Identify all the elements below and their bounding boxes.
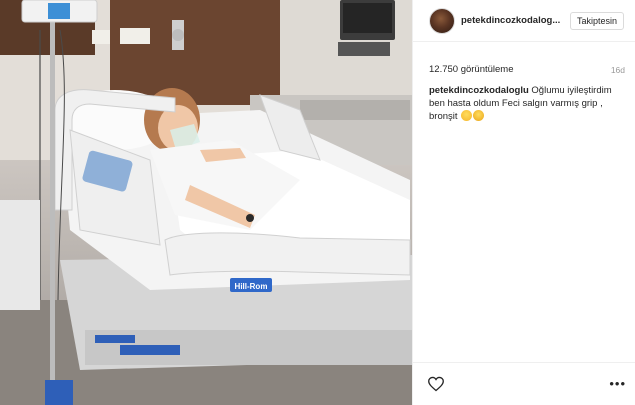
flowmeter-knob: [172, 29, 184, 41]
post-header: petekdincozkodalog... Takiptesin: [413, 0, 635, 42]
following-button[interactable]: Takiptesin: [570, 12, 625, 30]
view-count: 12.750 görüntüleme: [429, 64, 514, 75]
monitor-stand: [338, 42, 390, 56]
more-options-icon[interactable]: •••: [609, 376, 626, 391]
username-link[interactable]: petekdincozkodalog...: [461, 15, 567, 26]
outlet: [120, 28, 150, 44]
bracelet: [246, 214, 254, 222]
emoji-weary: [473, 110, 485, 121]
instagram-post: Hill-Rom petekdincozkodalog... Takiptesi…: [0, 0, 635, 405]
hospital-bed-photo: Hill-Rom: [0, 0, 412, 405]
foot-controls: [120, 345, 180, 355]
post-footer: •••: [413, 362, 635, 405]
post-sidebar: petekdincozkodalog... Takiptesin 12.750 …: [412, 0, 635, 405]
avatar[interactable]: [429, 8, 455, 34]
wood-panel-right: [110, 0, 280, 105]
post-photo[interactable]: Hill-Rom: [0, 0, 412, 405]
emoji-tired: [461, 110, 473, 121]
iv-pump-screen: [48, 3, 70, 19]
iv-pole: [50, 10, 55, 405]
heart-icon[interactable]: [427, 376, 445, 392]
bed-brand-label: Hill-Rom: [235, 282, 268, 291]
side-rail-front: [164, 232, 411, 276]
post-age[interactable]: 16d: [611, 65, 625, 75]
side-cabinet: [0, 200, 40, 310]
monitor-screen: [343, 3, 392, 33]
outlet-2: [92, 30, 110, 44]
cabinet-top: [300, 100, 410, 120]
foot-pedal: [95, 335, 135, 343]
post-caption: petekdincozkodaloglu Oğlumu iyileştirdim…: [429, 84, 627, 123]
iv-pole-base: [45, 380, 73, 405]
caption-username[interactable]: petekdincozkodaloglu: [429, 85, 529, 96]
